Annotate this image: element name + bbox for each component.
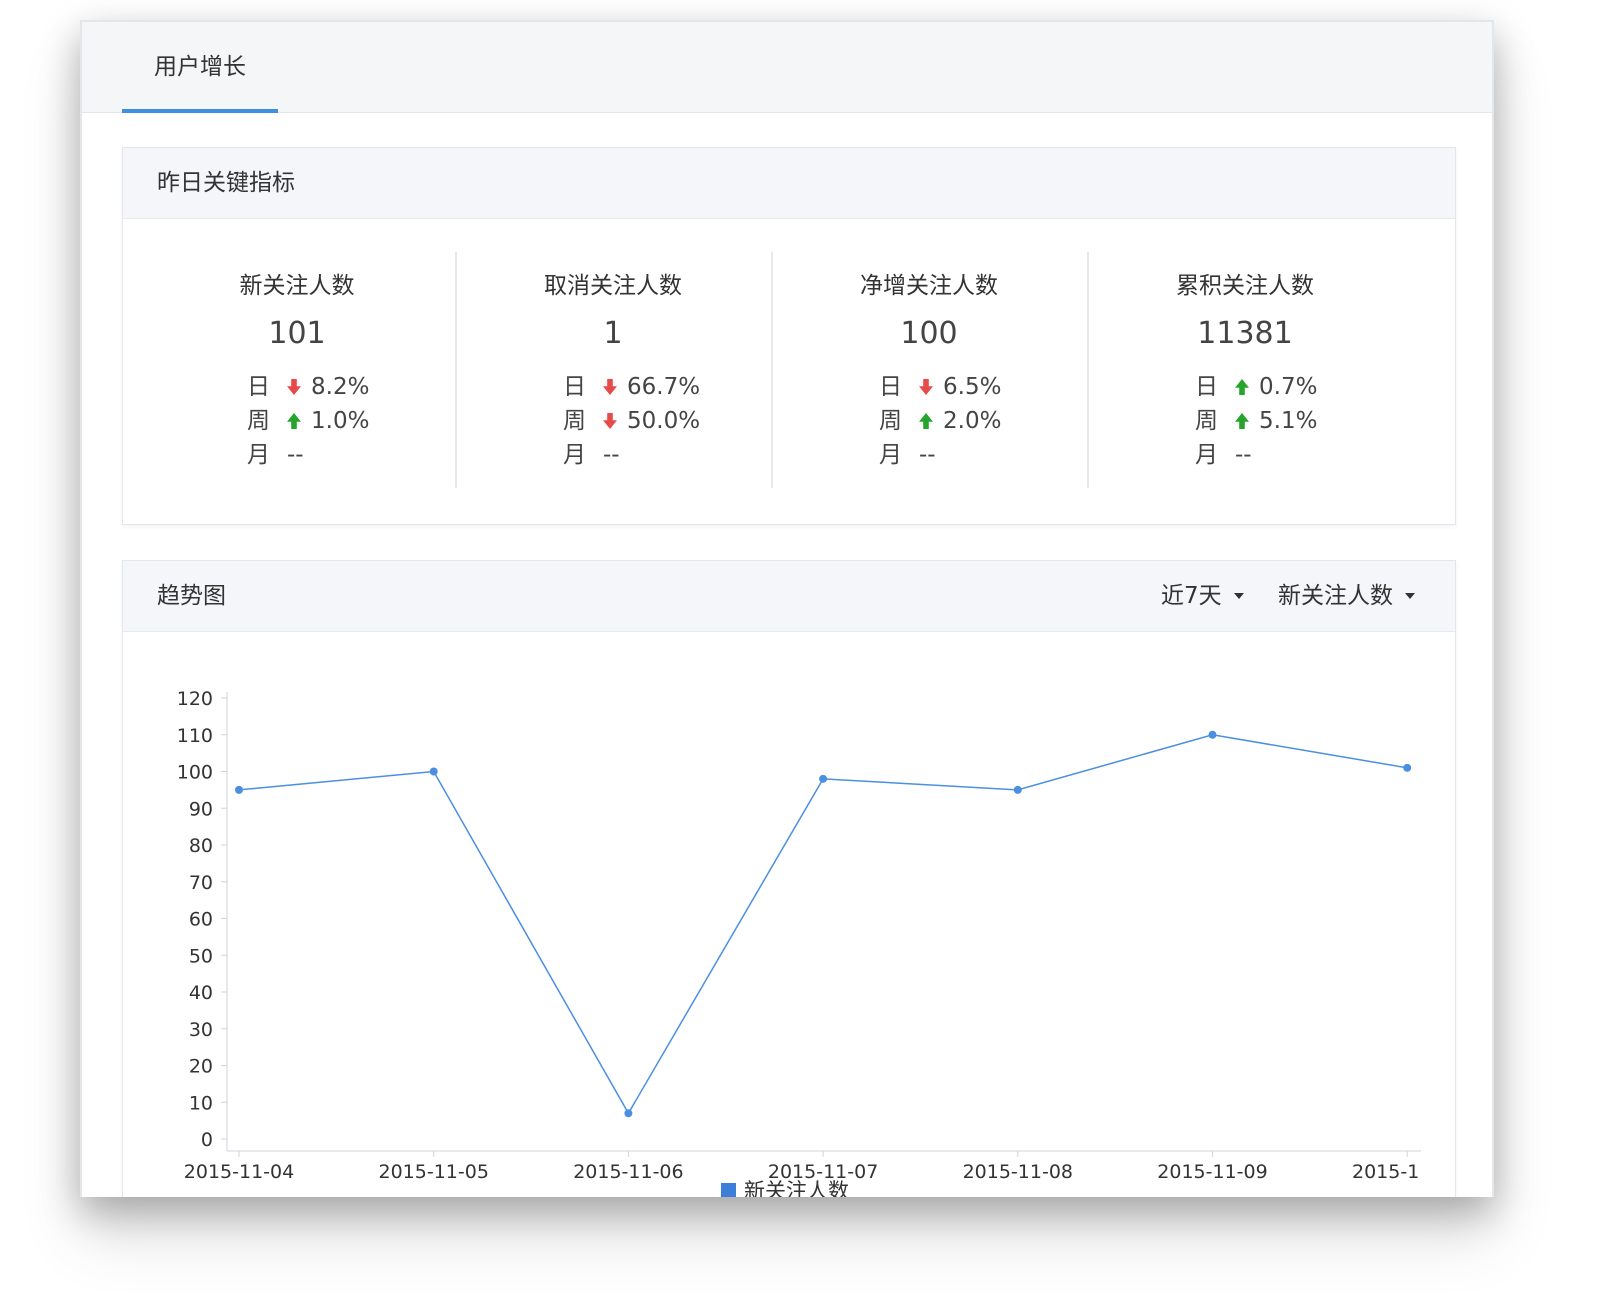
month-change-value: -- — [603, 442, 620, 468]
week-change-value: 50.0% — [627, 408, 701, 434]
data-point — [1208, 730, 1217, 739]
kpi-card-net-followers: 净增关注人数 100 日 6.5% 周 2.0% 月 -- — [771, 252, 1089, 488]
kpi-value: 11381 — [1197, 316, 1293, 351]
week-change-value: 1.0% — [311, 408, 370, 434]
month-change-value: -- — [1235, 442, 1252, 468]
app-window: 用户增长 昨日关键指标 新关注人数 101 日8.2% 周1.0% 月-- — [80, 20, 1494, 1197]
day-label: 日 — [1195, 374, 1218, 400]
month-label: 月 — [563, 442, 586, 468]
day-change-value: 6.5% — [943, 374, 1002, 400]
day-label: 日 — [879, 374, 902, 400]
kpi-day-change: 日 6.5% — [879, 370, 1001, 404]
month-change-value: -- — [919, 442, 936, 468]
x-tick-label: 2015-11-05 — [378, 1161, 488, 1183]
kpi-panel-title: 昨日关键指标 — [157, 170, 295, 196]
week-change-value: 5.1% — [1259, 408, 1318, 434]
kpi-day-change: 日 66.7% — [563, 370, 700, 404]
month-label: 月 — [879, 442, 902, 468]
y-tick-label: 60 — [189, 909, 213, 931]
kpi-title: 累积关注人数 — [1176, 273, 1314, 299]
y-tick-label: 50 — [189, 945, 213, 967]
kpi-month-change: 月 -- — [1195, 438, 1252, 472]
kpi-row: 新关注人数 101 日 8.2% 周 1.0% 月 -- 取消关注人数 1 日 66.7… — [123, 252, 1455, 488]
month-label: 月 — [1195, 442, 1218, 468]
kpi-day-change: 日 8.2% — [247, 370, 369, 404]
kpi-title: 取消关注人数 — [544, 273, 682, 299]
kpi-panel-header: 昨日关键指标 — [123, 148, 1455, 219]
trend-arrow-icon — [287, 413, 301, 429]
trend-arrow-icon — [919, 413, 933, 429]
y-tick-label: 40 — [189, 982, 213, 1004]
kpi-day-change: 日 0.7% — [1195, 370, 1317, 404]
trend-arrow-icon — [603, 379, 617, 395]
kpi-value: 101 — [268, 316, 326, 351]
y-tick-label: 80 — [189, 835, 213, 857]
kpi-title: 新关注人数 — [239, 273, 355, 299]
data-point — [624, 1109, 633, 1118]
data-point — [1403, 763, 1412, 772]
week-change-value: 2.0% — [943, 408, 1002, 434]
month-change-value: -- — [287, 442, 304, 468]
x-tick-label: 2015-11-08 — [963, 1161, 1073, 1183]
y-tick-label: 120 — [177, 688, 213, 710]
week-label: 周 — [1195, 408, 1218, 434]
y-tick-label: 20 — [189, 1056, 213, 1078]
data-point — [1013, 785, 1022, 794]
y-tick-label: 100 — [177, 762, 213, 784]
kpi-value: 1 — [603, 316, 623, 351]
trend-arrow-icon — [1235, 413, 1249, 429]
y-tick-label: 70 — [189, 872, 213, 894]
kpi-week-change: 周 5.1% — [1195, 404, 1317, 438]
data-point — [429, 767, 438, 776]
trend-line-chart: 0 10 20 30 40 50 60 70 80 90 100 110 120 2015-11-04 20… — [177, 688, 1455, 1197]
trend-arrow-icon — [287, 379, 301, 395]
month-label: 月 — [247, 442, 270, 468]
kpi-week-change: 周 1.0% — [247, 404, 369, 438]
y-tick-label: 90 — [189, 798, 213, 820]
day-label: 日 — [563, 374, 586, 400]
kpi-month-change: 月 -- — [247, 438, 304, 472]
tab-bar: 用户增长 — [82, 22, 1492, 113]
kpi-week-change: 周 2.0% — [879, 404, 1001, 438]
data-point — [819, 774, 828, 783]
trend-arrow-icon — [919, 379, 933, 395]
legend-label: 新关注人数 — [744, 1179, 849, 1197]
series-line — [238, 733, 1408, 1115]
legend-swatch — [721, 1183, 736, 1197]
y-tick-label: 30 — [189, 1019, 213, 1041]
active-tab-indicator — [122, 109, 278, 113]
y-tick-label: 110 — [177, 725, 213, 747]
day-change-value: 0.7% — [1259, 374, 1318, 400]
kpi-card-total-followers: 累积关注人数 11381 日 0.7% 周 5.1% 月 -- — [1087, 252, 1403, 488]
kpi-card-new-followers: 新关注人数 101 日 8.2% 周 1.0% 月 -- — [139, 252, 457, 488]
y-tick-label: 10 — [189, 1092, 213, 1114]
day-label: 日 — [247, 374, 270, 400]
trend-arrow-icon — [603, 413, 617, 429]
x-tick-label: 2015-11-06 — [573, 1161, 683, 1183]
week-label: 周 — [247, 408, 270, 434]
kpi-value: 100 — [900, 316, 958, 351]
trend-arrow-icon — [1235, 379, 1249, 395]
x-tick-label: 2015-11-04 — [184, 1161, 294, 1183]
week-label: 周 — [879, 408, 902, 434]
kpi-week-change: 周 50.0% — [563, 404, 700, 438]
y-tick-label: 0 — [201, 1129, 213, 1151]
trend-panel: 趋势图 近7天 新关注人数 0 10 20 30 40 50 60 70 80 90 100 110 1… — [122, 560, 1456, 1197]
week-label: 周 — [563, 408, 586, 434]
kpi-title: 净增关注人数 — [860, 273, 998, 299]
day-change-value: 8.2% — [311, 374, 370, 400]
day-change-value: 66.7% — [627, 374, 701, 400]
kpi-panel: 昨日关键指标 新关注人数 101 日 8.2% 周 1.0% 月 -- 取消关注人数 — [122, 147, 1456, 525]
data-point — [235, 785, 243, 794]
kpi-card-unfollows: 取消关注人数 1 日 66.7% 周 50.0% 月 -- — [455, 252, 773, 488]
chart-edge-mask — [1421, 1155, 1455, 1195]
tab-user-growth[interactable]: 用户增长 — [122, 22, 278, 112]
kpi-month-change: 月 -- — [879, 438, 936, 472]
x-tick-label: 2015-11-09 — [1157, 1161, 1267, 1183]
kpi-month-change: 月 -- — [563, 438, 620, 472]
